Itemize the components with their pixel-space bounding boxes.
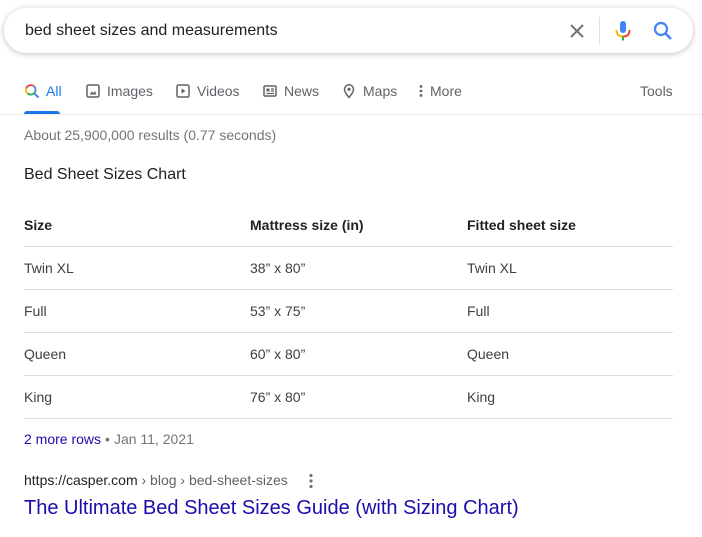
header-size: Size (24, 217, 53, 233)
cell-fitted-sheet-size: Queen (467, 332, 673, 376)
tab-all[interactable]: All (24, 78, 62, 114)
close-icon (570, 24, 584, 38)
header-mattress-size: Mattress size (in) (250, 217, 364, 233)
clear-search-button[interactable] (565, 19, 589, 43)
tab-images[interactable]: Images (85, 78, 153, 114)
search-tabs: All Images Videos News Maps More Tools (0, 78, 702, 114)
table-row: Full 53” x 75” Full (24, 289, 673, 333)
tools-label: Tools (640, 83, 673, 99)
search-icon (653, 21, 672, 40)
table-row: Queen 60” x 80” Queen (24, 332, 673, 376)
table-row: Twin XL 38” x 80” Twin XL (24, 246, 673, 290)
header-fitted-sheet-size: Fitted sheet size (467, 217, 576, 233)
search-input[interactable] (25, 8, 545, 53)
table-row: King 76” x 80” King (24, 375, 673, 419)
cell-fitted-sheet-size: Full (467, 289, 673, 333)
vertical-dots-icon (419, 85, 423, 97)
cell-fitted-sheet-size: Twin XL (467, 246, 673, 290)
tab-label: Videos (197, 83, 240, 99)
result-url[interactable]: https://casper.com › blog › bed-sheet-si… (24, 472, 288, 488)
cell-mattress-size: 53” x 75” (250, 289, 467, 333)
search-bar-divider (599, 17, 600, 44)
newspaper-icon (263, 85, 277, 97)
cell-size: Twin XL (24, 246, 250, 290)
snippet-footer: 2 more rows • Jan 11, 2021 (24, 431, 194, 447)
cell-mattress-size: 76” x 80” (250, 375, 467, 419)
sizes-table: Size Mattress size (in) Fitted sheet siz… (24, 204, 673, 419)
cell-size: Queen (24, 332, 250, 376)
search-icon (25, 84, 40, 99)
tab-videos[interactable]: Videos (175, 78, 240, 114)
tab-maps[interactable]: Maps (341, 78, 397, 114)
nav-divider (0, 114, 702, 115)
result-title-link[interactable]: The Ultimate Bed Sheet Sizes Guide (with… (24, 497, 519, 520)
tab-label: All (46, 83, 62, 99)
cell-fitted-sheet-size: King (467, 375, 673, 419)
tab-news[interactable]: News (262, 78, 319, 114)
tab-more[interactable]: More (416, 78, 462, 114)
tab-label: News (284, 83, 320, 99)
result-url-breadcrumb: › blog › bed-sheet-sizes (137, 472, 288, 488)
result-url-base: https://casper.com (24, 472, 138, 488)
map-pin-icon (343, 84, 355, 99)
separator-dot: • (105, 431, 110, 447)
tab-label: More (430, 83, 462, 99)
snippet-title: Bed Sheet Sizes Chart (24, 166, 186, 183)
tab-label: Maps (363, 83, 398, 99)
vertical-dots-icon (309, 473, 313, 489)
voice-search-button[interactable] (611, 19, 635, 43)
cell-mattress-size: 60” x 80” (250, 332, 467, 376)
search-button[interactable] (651, 19, 675, 43)
tab-label: Images (107, 83, 153, 99)
tools-button[interactable]: Tools (640, 78, 673, 114)
search-bar (4, 8, 693, 53)
more-rows-link[interactable]: 2 more rows (24, 431, 101, 447)
video-play-icon (176, 84, 190, 98)
snippet-date: Jan 11, 2021 (113, 431, 194, 447)
image-icon (86, 84, 100, 98)
cell-size: King (24, 375, 250, 419)
microphone-icon (615, 21, 631, 41)
table-header-row: Size Mattress size (in) Fitted sheet siz… (24, 204, 673, 247)
result-options-button[interactable] (303, 472, 319, 490)
cell-mattress-size: 38” x 80” (250, 246, 467, 290)
results-stats: About 25,900,000 results (0.77 seconds) (24, 127, 277, 143)
cell-size: Full (24, 289, 250, 333)
